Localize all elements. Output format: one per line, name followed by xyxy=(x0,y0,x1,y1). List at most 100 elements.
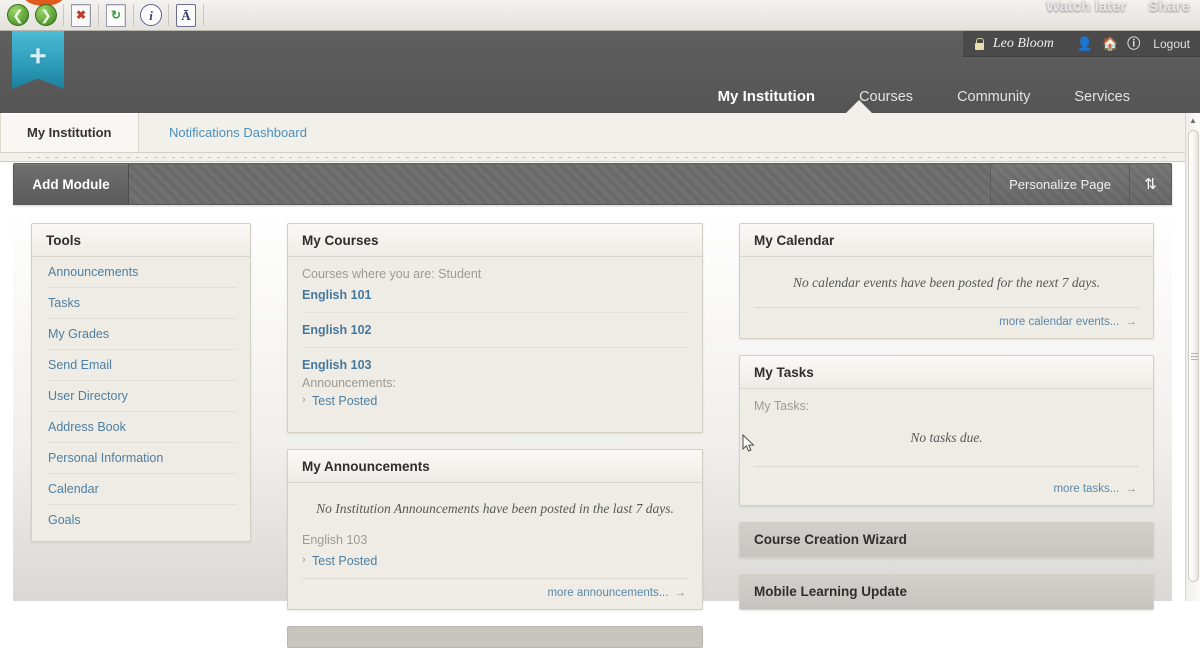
share-button[interactable]: Share xyxy=(1148,0,1190,15)
nav-community[interactable]: Community xyxy=(935,89,1052,105)
arrow-right-icon: → xyxy=(1125,483,1138,495)
course-link-english-103[interactable]: English 103 xyxy=(302,356,688,374)
tool-tasks[interactable]: Tasks xyxy=(46,288,236,319)
home-icon[interactable]: 🏠 xyxy=(1102,37,1118,50)
scroll-up-arrow-icon[interactable]: ▲ xyxy=(1186,113,1200,128)
tools-list: Announcements Tasks My Grades Send Email… xyxy=(32,257,250,541)
watch-later-button[interactable]: Watch later xyxy=(1046,0,1126,15)
forward-button[interactable]: ❯ xyxy=(32,2,60,29)
help-icon[interactable]: ⓘ xyxy=(1127,37,1140,50)
mouse-cursor xyxy=(742,434,755,452)
personalize-page-button[interactable]: Personalize Page xyxy=(990,164,1129,204)
toolbar-divider-3 xyxy=(133,4,134,26)
stop-button[interactable]: ✖ xyxy=(67,2,95,29)
app-header: + Leo Bloom 👤 🏠 ⓘ Logout My Institution … xyxy=(0,31,1200,138)
logout-link[interactable]: Logout xyxy=(1153,37,1190,51)
tasks-sub-label: My Tasks: xyxy=(754,399,810,413)
course-row: English 103 Announcements: › Test Posted xyxy=(302,354,688,416)
reload-button[interactable]: ↻ xyxy=(102,2,130,29)
module-my-calendar-title: My Calendar xyxy=(740,224,1153,257)
column-left: Tools Announcements Tasks My Grades Send… xyxy=(13,223,269,601)
more-tasks-label: more tasks... xyxy=(1053,483,1120,495)
tab-notifications-dashboard[interactable]: Notifications Dashboard xyxy=(143,113,333,152)
module-columns: Tools Announcements Tasks My Grades Send… xyxy=(13,211,1172,648)
lock-icon xyxy=(974,37,985,50)
tool-personal-information[interactable]: Personal Information xyxy=(46,443,236,474)
course-link-english-102[interactable]: English 102 xyxy=(302,321,688,339)
divider xyxy=(754,466,1139,467)
forward-arrow-icon: ❯ xyxy=(35,4,57,26)
stop-icon: ✖ xyxy=(71,3,91,27)
nav-my-institution[interactable]: My Institution xyxy=(696,88,838,105)
module-mobile-learning-update[interactable]: Mobile Learning Update xyxy=(739,574,1154,610)
page-content: Add Module Personalize Page ⇅ Tools Anno… xyxy=(0,153,1185,648)
tool-my-grades[interactable]: My Grades xyxy=(46,319,236,350)
more-announcements-label: more announcements... xyxy=(547,587,669,599)
tool-calendar[interactable]: Calendar xyxy=(46,474,236,505)
tool-send-email[interactable]: Send Email xyxy=(46,350,236,381)
browser-toolbar: ❮ ❯ ✖ ↻ i Ā xyxy=(0,0,1200,31)
active-nav-pointer xyxy=(846,100,872,113)
module-partial-below-fold xyxy=(287,626,703,648)
more-calendar-events-link[interactable]: more calendar events... → xyxy=(754,314,1139,328)
announcement-text: Test Posted xyxy=(312,554,378,568)
tool-goals[interactable]: Goals xyxy=(46,505,236,535)
scrollbar-thumb[interactable] xyxy=(1188,130,1199,582)
toolbar-divider-5 xyxy=(203,4,204,26)
module-my-tasks-body: My Tasks: No tasks due. more tasks... → xyxy=(740,389,1153,505)
course-announcement-item[interactable]: › Test Posted xyxy=(302,390,688,408)
module-course-creation-wizard-title: Course Creation Wizard xyxy=(740,523,1153,557)
back-arrow-icon: ❮ xyxy=(7,4,29,26)
vertical-scrollbar[interactable]: ▲ xyxy=(1185,113,1200,601)
person-icon[interactable]: 👤 xyxy=(1077,37,1093,50)
reload-icon: ↻ xyxy=(106,3,126,27)
course-announcement-text: Test Posted xyxy=(312,394,378,408)
announcements-empty-message: No Institution Announcements have been p… xyxy=(316,501,674,516)
add-module-button[interactable]: Add Module xyxy=(14,164,129,204)
toolbar-divider-4 xyxy=(168,4,169,26)
more-calendar-events-label: more calendar events... xyxy=(999,316,1120,328)
module-my-announcements: My Announcements No Institution Announce… xyxy=(287,449,703,610)
tool-announcements[interactable]: Announcements xyxy=(46,257,236,288)
module-my-calendar-body: No calendar events have been posted for … xyxy=(740,257,1153,338)
course-row: English 102 xyxy=(302,319,688,348)
toolbar-divider-2 xyxy=(98,4,99,26)
more-tasks-link[interactable]: more tasks... → xyxy=(754,473,1139,495)
arrow-right-icon: → xyxy=(674,587,687,599)
institution-logo[interactable]: + xyxy=(12,31,64,89)
tab-my-institution[interactable]: My Institution xyxy=(0,113,139,152)
text-encoding-button[interactable]: Ā xyxy=(172,2,200,29)
user-bar: Leo Bloom 👤 🏠 ⓘ Logout xyxy=(961,31,1200,57)
user-name: Leo Bloom xyxy=(992,35,1054,51)
course-row: English 101 xyxy=(302,284,688,313)
tool-address-book[interactable]: Address Book xyxy=(46,412,236,443)
announcement-item[interactable]: › Test Posted xyxy=(302,550,688,576)
reorder-modules-button[interactable]: ⇅ xyxy=(1129,164,1171,204)
action-bar-spacer xyxy=(129,164,990,204)
info-button[interactable]: i xyxy=(137,2,165,29)
logo-plus-icon: + xyxy=(29,40,47,73)
text-encoding-icon: Ā xyxy=(176,3,196,27)
arrow-right-icon: → xyxy=(1125,316,1138,328)
chevron-right-icon: › xyxy=(302,554,306,566)
scrollbar-grip-icon xyxy=(1191,353,1198,360)
toolbar-divider-1 xyxy=(63,4,64,26)
column-right: My Calendar No calendar events have been… xyxy=(721,223,1172,610)
module-my-courses-body: Courses where you are: Student English 1… xyxy=(288,257,702,432)
tool-user-directory[interactable]: User Directory xyxy=(46,381,236,412)
module-my-courses-title: My Courses xyxy=(288,224,702,257)
tasks-empty-message: No tasks due. xyxy=(910,430,983,445)
module-my-courses: My Courses Courses where you are: Studen… xyxy=(287,223,703,433)
courses-role-label: Courses where you are: Student xyxy=(302,267,482,281)
module-course-creation-wizard[interactable]: Course Creation Wizard xyxy=(739,522,1154,558)
more-announcements-link[interactable]: more announcements... → xyxy=(302,585,688,599)
module-my-announcements-title: My Announcements xyxy=(288,450,702,483)
divider xyxy=(302,578,688,579)
back-button[interactable]: ❮ xyxy=(4,2,32,29)
course-link-english-101[interactable]: English 101 xyxy=(302,286,688,304)
module-my-tasks-title: My Tasks xyxy=(740,356,1153,389)
module-action-bar: Add Module Personalize Page ⇅ xyxy=(13,163,1172,205)
nav-services[interactable]: Services xyxy=(1052,89,1152,105)
module-tools: Tools Announcements Tasks My Grades Send… xyxy=(31,223,251,542)
module-mobile-learning-update-title: Mobile Learning Update xyxy=(740,575,1153,609)
